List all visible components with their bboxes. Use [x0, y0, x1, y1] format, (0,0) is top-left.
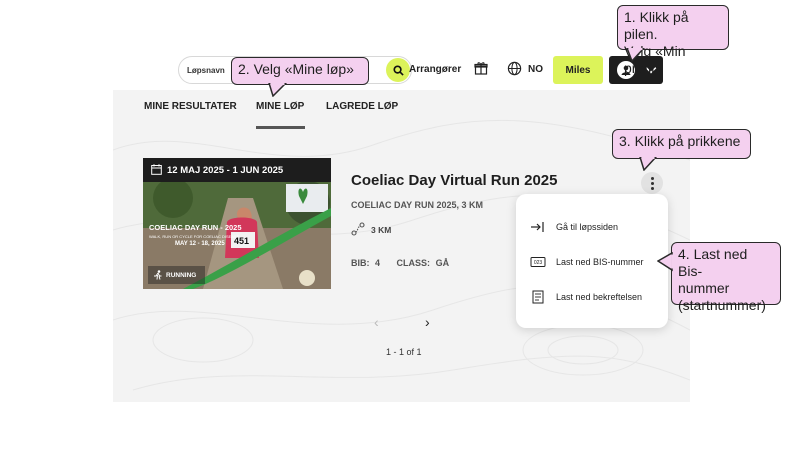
menu-item-label: Last ned BIS-nummer [556, 257, 644, 267]
dot-icon [650, 176, 654, 180]
menu-item-download-confirmation[interactable]: Last ned bekreftelsen [530, 287, 642, 307]
next-page-button[interactable]: › [425, 314, 430, 330]
menu-item-download-bib[interactable]: 023 Last ned BIS-nummer [530, 252, 644, 272]
prev-page-button[interactable]: ‹ [374, 314, 379, 330]
callout-text: 1. Klikk på pilen. [624, 9, 689, 42]
callout-step-3: 3. Klikk på prikkene [612, 129, 751, 159]
menu-item-label: Last ned bekreftelsen [556, 292, 643, 302]
globe-icon[interactable] [507, 61, 522, 76]
callout-pointer [657, 252, 673, 272]
image-bib-number: 451 [234, 236, 250, 246]
gift-icon[interactable] [474, 61, 488, 75]
callout-text: 3. Klikk på prikkene [619, 133, 741, 149]
search-button[interactable] [386, 58, 410, 82]
event-image[interactable]: 12 MAJ 2025 - 1 JUN 2025 COELIAC DAY RUN… [143, 158, 331, 289]
bib-value: 4 [375, 258, 381, 268]
class-value: GÅ [435, 258, 450, 268]
calendar-icon [151, 164, 162, 175]
dot-icon [650, 186, 654, 190]
menu-item-go-to-race-page[interactable]: Gå til løpssiden [530, 217, 618, 237]
tab-my-results[interactable]: MINE RESULTATER [144, 101, 237, 112]
callout-step-2: 2. Velg «Mine løp» [231, 57, 369, 85]
event-date-bar: 12 MAJ 2025 - 1 JUN 2025 [143, 158, 331, 182]
search-placeholder: Løpsnavn [187, 65, 225, 75]
receipt-icon [530, 290, 546, 304]
arrow-right-bar-icon [530, 220, 546, 234]
svg-text:023: 023 [534, 260, 543, 266]
callout-step-1: 1. Klikk på pilen. Velg «Min profil» [617, 5, 729, 76]
bib-label: BIB: [351, 258, 370, 268]
tab-saved-races[interactable]: LAGREDE LØP [326, 101, 398, 112]
running-badge-label: RUNNING [166, 271, 197, 279]
image-dates: MAY 12 - 18, 2025 [175, 241, 225, 247]
route-icon [351, 222, 365, 236]
callout-text: nummer [678, 280, 730, 296]
callout-text: 2. Velg «Mine løp» [238, 61, 354, 77]
miles-button[interactable]: Miles [553, 56, 603, 84]
callout-pointer [639, 157, 658, 171]
callout-text: (startnummer) [678, 297, 766, 313]
event-date-range: 12 MAJ 2025 - 1 JUN 2025 [167, 164, 284, 176]
runner-icon [154, 270, 162, 280]
event-title[interactable]: Coeliac Day Virtual Run 2025 [351, 172, 557, 189]
tab-my-races[interactable]: MINE LØP [256, 101, 304, 112]
dot-icon [650, 181, 654, 185]
running-badge: RUNNING [148, 266, 205, 284]
menu-item-label: Gå til løpssiden [556, 222, 619, 232]
organizers-link[interactable]: Arrangører [409, 64, 461, 75]
page: Løpsnavn Arrangører NO Miles MINE RESULT… [0, 0, 800, 450]
number-tag-icon: 023 [530, 255, 546, 269]
more-options-button[interactable] [641, 172, 663, 194]
event-options-menu: Gå til løpssiden 023 Last ned BIS-nummer… [516, 194, 668, 328]
active-tab-indicator [256, 126, 305, 129]
event-distance: 3 KM [371, 225, 392, 235]
language-selector[interactable]: NO [528, 64, 543, 75]
image-headline: COELIAC DAY RUN - 2025 [149, 223, 242, 232]
image-tagline: WALK, RUN OR CYCLE FOR COELIAC DISEASE [149, 234, 240, 239]
main-content: MINE RESULTATER MINE LØP LAGREDE LØP 12 … [113, 90, 690, 402]
callout-text: 4. Last ned Bis- [678, 246, 748, 279]
search-icon [392, 64, 404, 76]
class-label: CLASS: [396, 258, 431, 268]
callout-pointer [626, 48, 646, 62]
bib-class-row: BIB: 4 CLASS: GÅ [351, 258, 449, 268]
event-subtitle: COELIAC DAY RUN 2025, 3 KM [351, 200, 484, 210]
callout-step-4: 4. Last ned Bis- nummer (startnummer) [671, 242, 781, 313]
pagination-count: 1 - 1 of 1 [386, 347, 422, 357]
callout-pointer [268, 83, 288, 97]
